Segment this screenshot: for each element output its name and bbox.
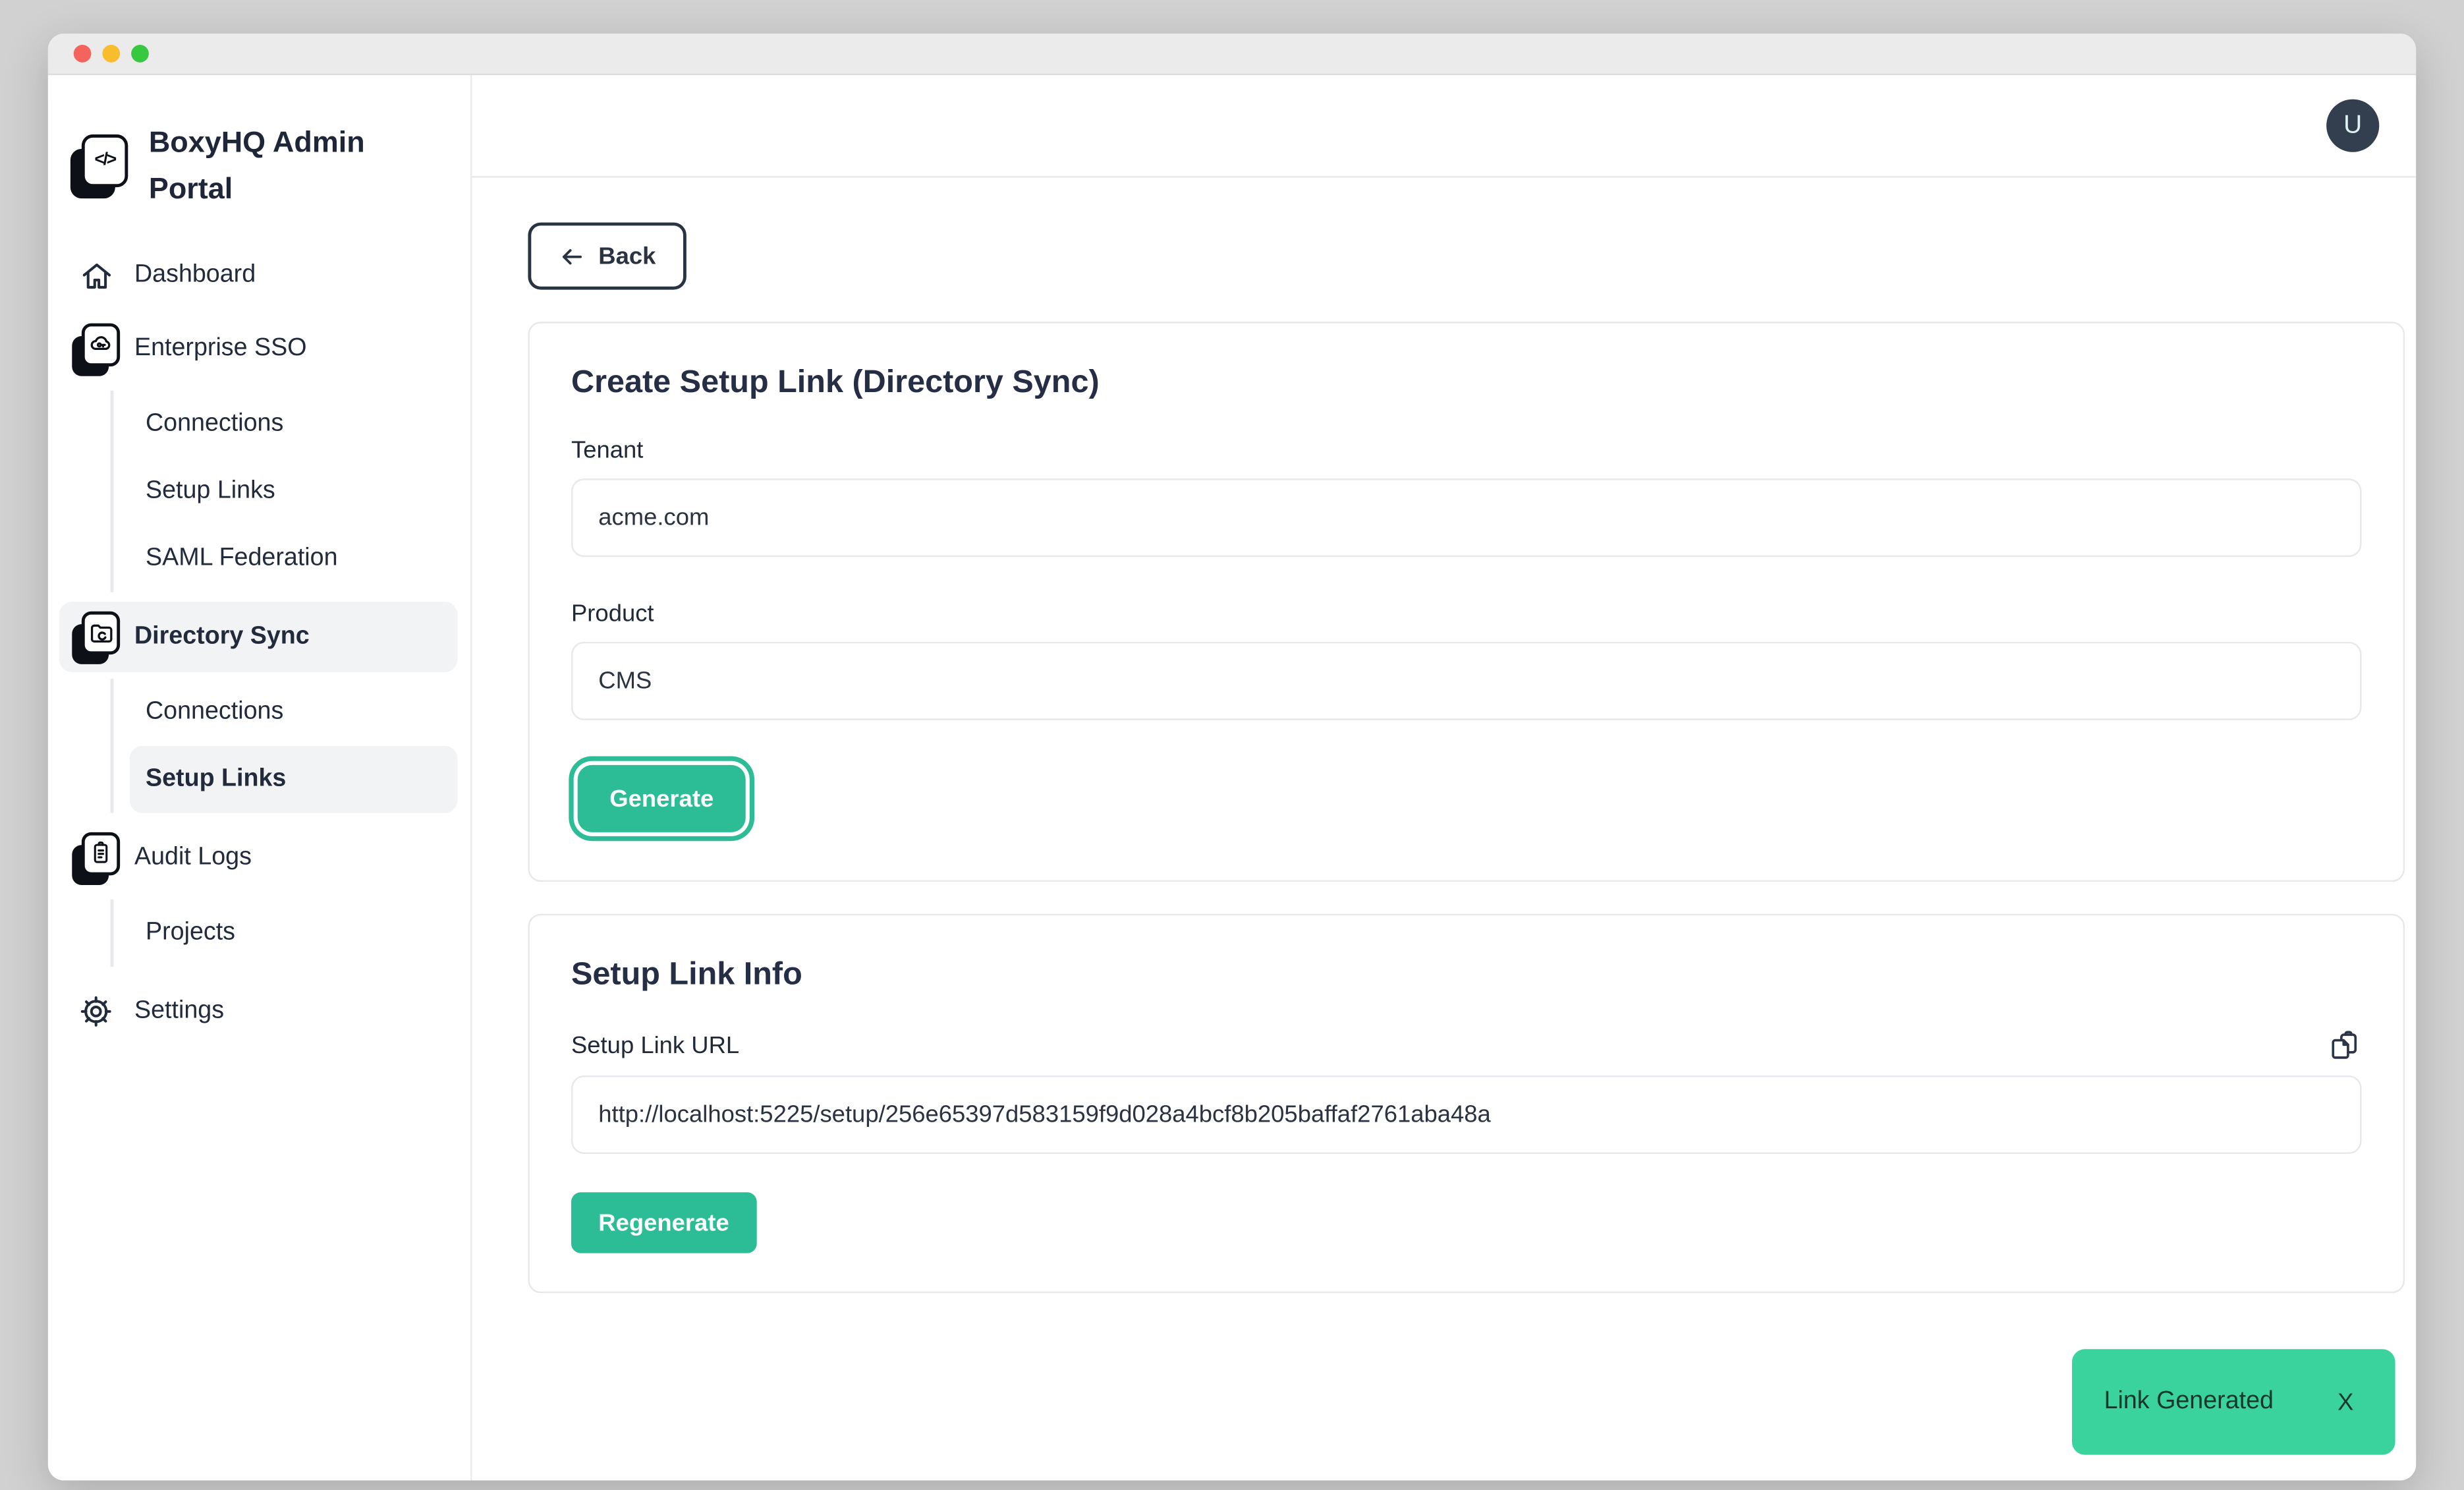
- sidebar-item-settings[interactable]: Settings: [59, 977, 458, 1047]
- sidebar-subitem-sso-setup-links[interactable]: Setup Links: [130, 458, 458, 525]
- setup-link-info-card: Setup Link Info Setup Link URL Regenerat…: [528, 914, 2405, 1294]
- sidebar-subitem-saml-federation[interactable]: SAML Federation: [130, 525, 458, 592]
- tenant-field-group: Tenant: [571, 437, 2362, 557]
- sidebar-item-label: Directory Sync: [134, 623, 310, 652]
- toast-close-button[interactable]: X: [2338, 1389, 2353, 1416]
- create-setup-link-card: Create Setup Link (Directory Sync) Tenan…: [528, 322, 2405, 882]
- gear-icon: [72, 994, 120, 1029]
- setup-link-url-row: Setup Link URL: [571, 1029, 2362, 1062]
- sidebar-subitem-dsync-setup-links[interactable]: Setup Links: [130, 747, 458, 814]
- boxyhq-logo-icon: </>: [70, 134, 128, 198]
- page-content: Back Create Setup Link (Directory Sync) …: [472, 178, 2416, 1294]
- sidebar-item-dashboard[interactable]: Dashboard: [59, 241, 458, 311]
- directory-sync-subgroup: Connections Setup Links: [111, 679, 458, 814]
- setup-link-url-label: Setup Link URL: [571, 1031, 739, 1058]
- sidebar-item-directory-sync[interactable]: Directory Sync: [59, 602, 458, 673]
- sidebar-subitem-projects[interactable]: Projects: [130, 900, 458, 967]
- generate-button[interactable]: Generate: [578, 765, 746, 832]
- sidebar-item-audit-logs[interactable]: Audit Logs: [59, 823, 458, 894]
- audit-logs-icon: [72, 832, 120, 884]
- sidebar-nav: Dashboard Enterprise SSO Connections: [48, 241, 470, 1047]
- brand[interactable]: </> BoxyHQ Admin Portal: [70, 120, 448, 212]
- audit-logs-subgroup: Projects: [111, 900, 458, 967]
- clipboard-copy-icon: [2330, 1042, 2362, 1066]
- copy-button[interactable]: [2330, 1029, 2362, 1062]
- card-title: Create Setup Link (Directory Sync): [571, 365, 2362, 402]
- setup-link-url-input[interactable]: [571, 1075, 2362, 1154]
- window-titlebar: [48, 34, 2416, 75]
- product-input[interactable]: [571, 642, 2362, 720]
- sidebar-item-label: Dashboard: [134, 262, 256, 291]
- sidebar-subitem-dsync-connections[interactable]: Connections: [130, 679, 458, 747]
- close-window-icon[interactable]: [74, 45, 92, 63]
- tenant-label: Tenant: [571, 437, 2362, 464]
- enterprise-sso-icon: [72, 323, 120, 376]
- user-avatar[interactable]: U: [2326, 100, 2379, 152]
- sidebar-subitem-sso-connections[interactable]: Connections: [130, 391, 458, 458]
- card-title: Setup Link Info: [571, 957, 2362, 994]
- toast-link-generated: Link Generated X: [2072, 1349, 2395, 1454]
- main-area: U Back Create Setup Link (Directory Sync…: [472, 75, 2416, 1480]
- sidebar-item-label: Audit Logs: [134, 844, 252, 873]
- toast-message: Link Generated: [2104, 1388, 2274, 1417]
- regenerate-button[interactable]: Regenerate: [571, 1192, 756, 1253]
- zoom-window-icon[interactable]: [131, 45, 149, 63]
- stage: </> BoxyHQ Admin Portal Dashboard: [0, 0, 2464, 1490]
- app-window: </> BoxyHQ Admin Portal Dashboard: [48, 34, 2416, 1480]
- app-body: </> BoxyHQ Admin Portal Dashboard: [48, 75, 2416, 1480]
- enterprise-sso-subgroup: Connections Setup Links SAML Federation: [111, 391, 458, 592]
- directory-sync-icon: [72, 611, 120, 664]
- brand-title: BoxyHQ Admin Portal: [149, 120, 389, 212]
- top-header: U: [472, 75, 2416, 177]
- sidebar-item-enterprise-sso[interactable]: Enterprise SSO: [59, 314, 458, 385]
- product-field-group: Product: [571, 600, 2362, 720]
- product-label: Product: [571, 600, 2362, 627]
- sidebar: </> BoxyHQ Admin Portal Dashboard: [48, 75, 472, 1480]
- home-icon: [72, 259, 120, 293]
- minimize-window-icon[interactable]: [102, 45, 120, 63]
- sidebar-item-label: Enterprise SSO: [134, 335, 307, 364]
- arrow-left-icon: [559, 243, 586, 270]
- back-button[interactable]: Back: [528, 223, 686, 290]
- tenant-input[interactable]: [571, 478, 2362, 557]
- sidebar-item-label: Settings: [134, 998, 224, 1027]
